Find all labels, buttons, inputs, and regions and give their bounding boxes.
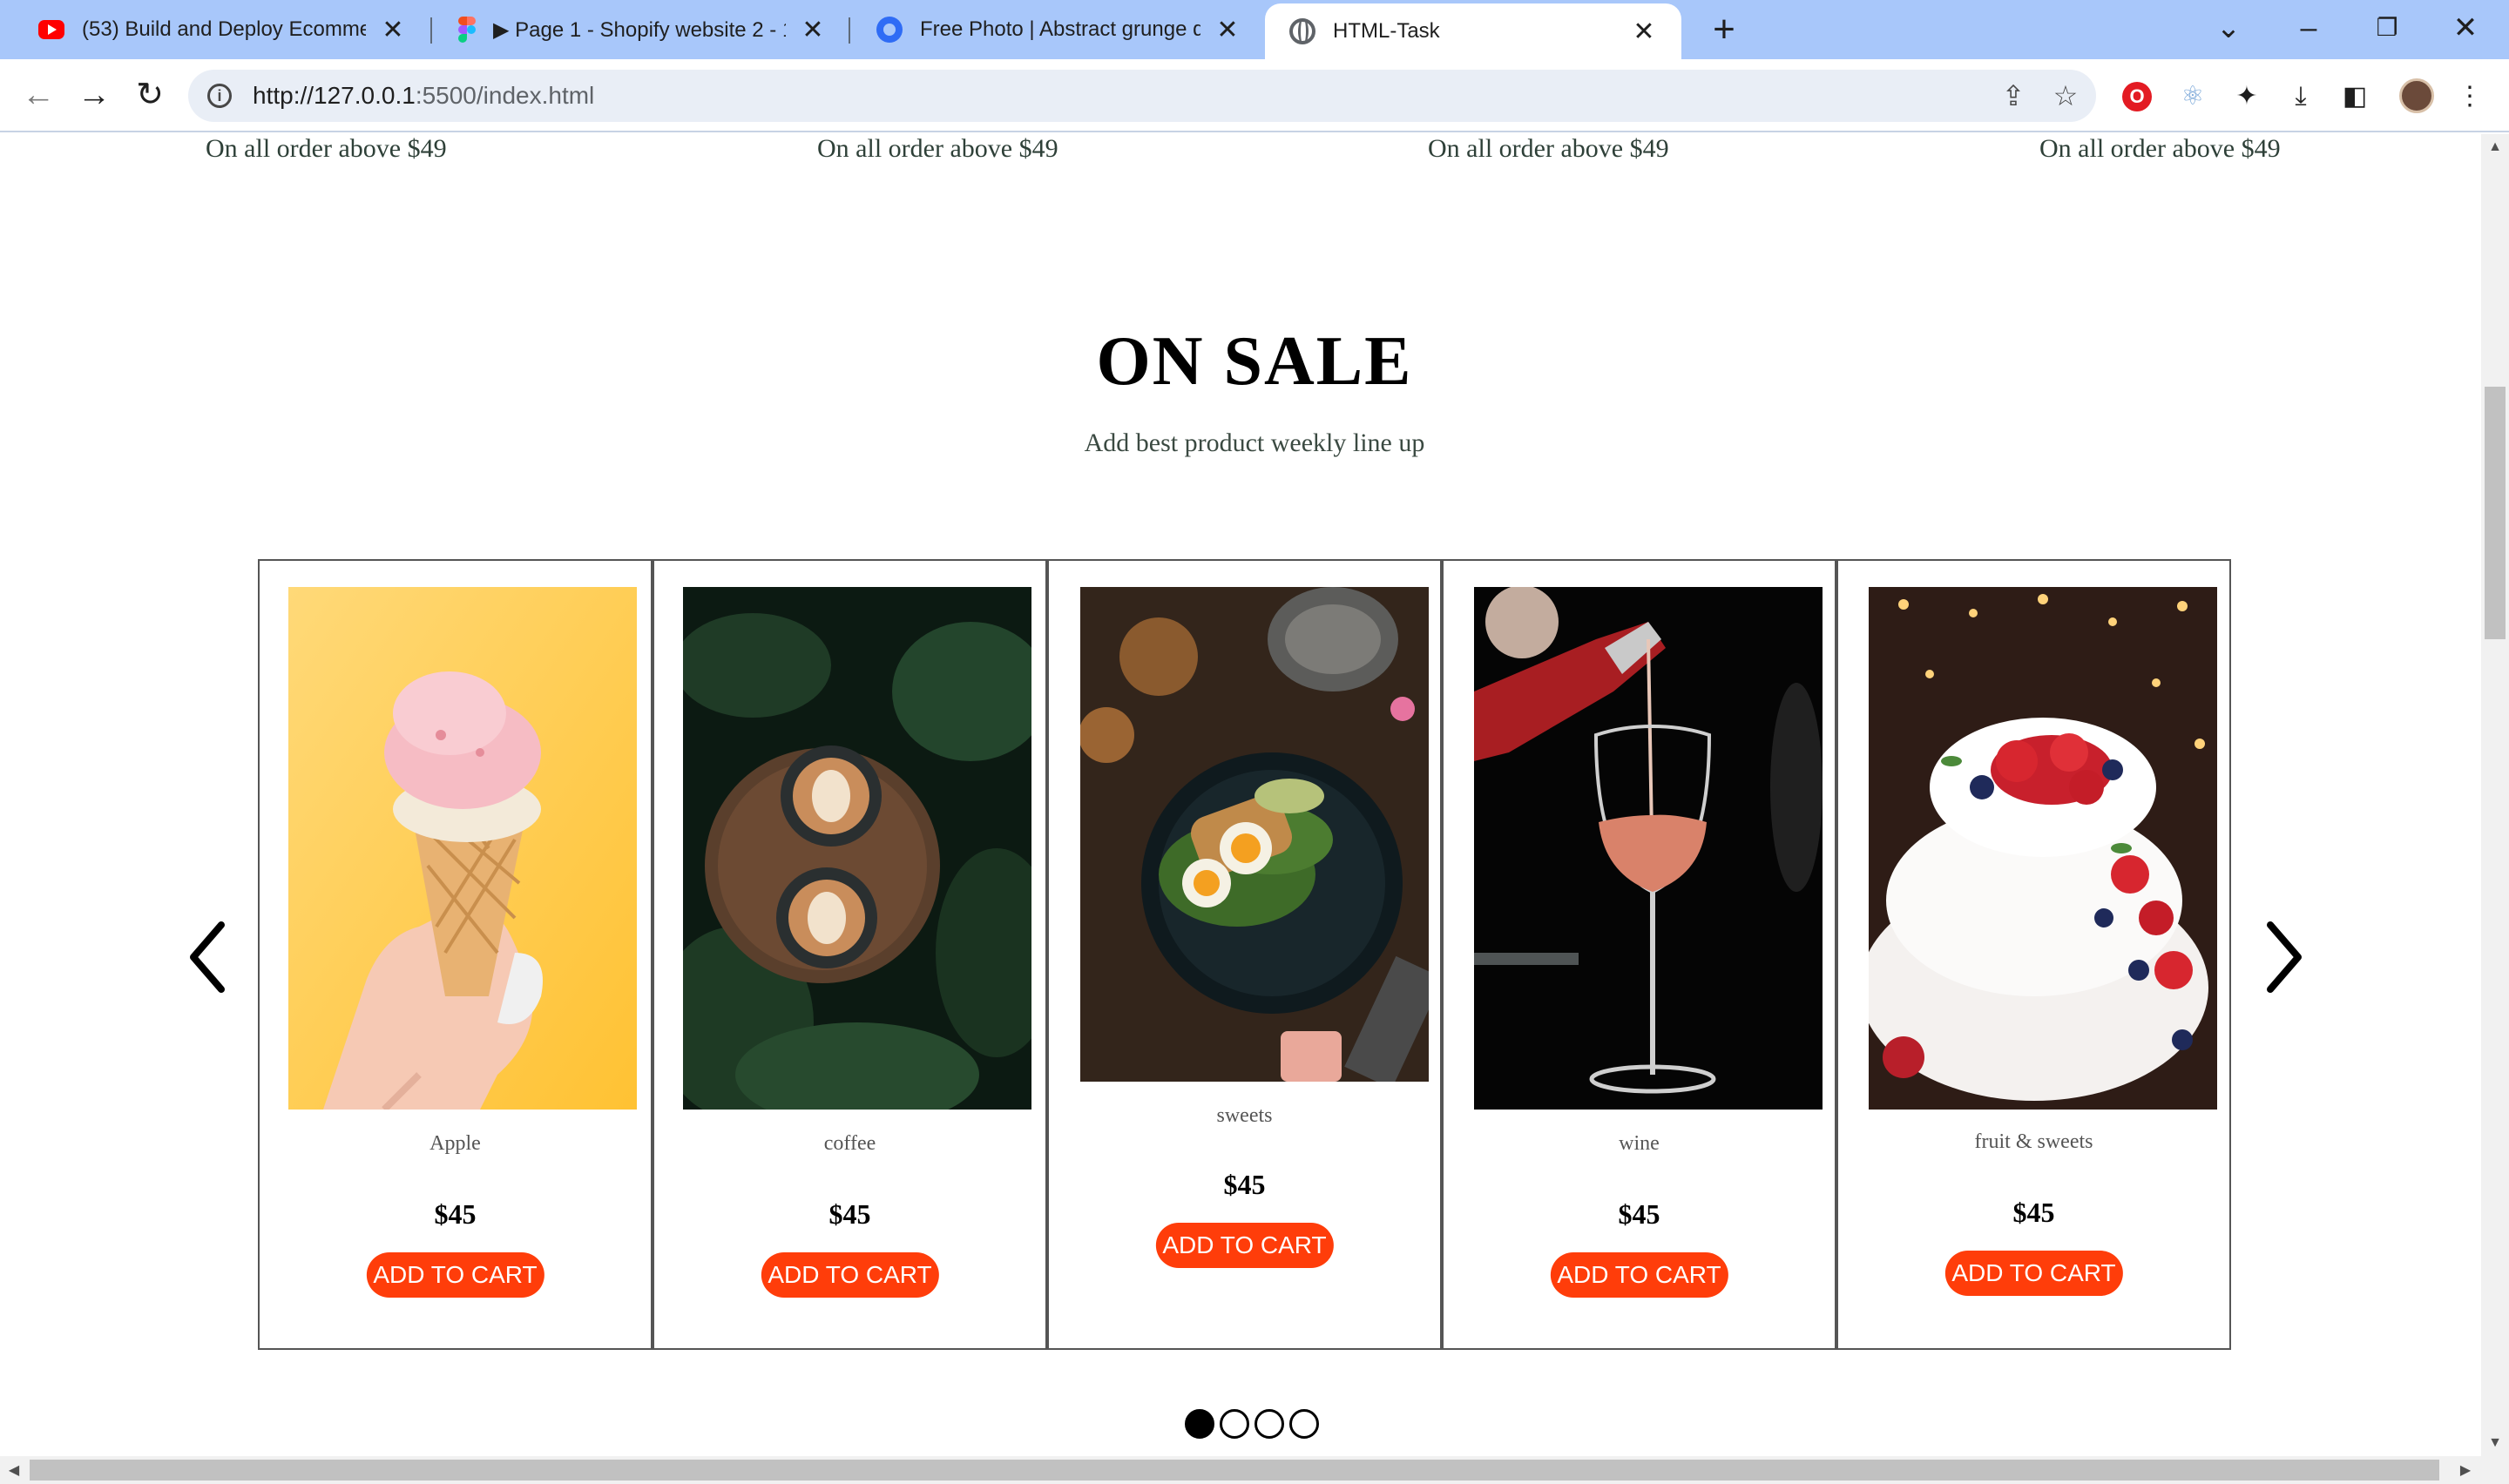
product-card: sweets $45 ADD TO CART [1047, 559, 1442, 1350]
carousel-prev-button[interactable] [183, 918, 235, 996]
product-price: $45 [1223, 1169, 1266, 1200]
section-title: ON SALE [1096, 323, 1413, 400]
carousel-dot-4[interactable] [1289, 1409, 1319, 1439]
add-to-cart-button[interactable]: ADD TO CART [366, 1252, 544, 1298]
download-icon[interactable]: ⤓ [2281, 77, 2321, 117]
url-path: :5500/index.html [415, 82, 595, 109]
tab-title: Free Photo | Abstract grunge dec [920, 17, 1200, 41]
promo-text: On all order above $49 [206, 134, 447, 163]
address-bar[interactable]: i http://127.0.0.1:5500/index.html ⇪ ☆ [188, 70, 2096, 122]
figma-icon [458, 17, 476, 43]
new-tab-icon[interactable]: + [1702, 9, 1746, 52]
carousel-dots [1185, 1409, 1319, 1439]
share-icon[interactable]: ⇪ [1992, 70, 2035, 122]
react-devtools-icon[interactable]: ⚛ [2173, 77, 2213, 117]
scroll-up-icon[interactable]: ▲ [2481, 139, 2509, 155]
tab-title: HTML-Task [1333, 19, 1440, 43]
tab-separator [430, 17, 432, 44]
product-name: fruit & sweets [1974, 1130, 2093, 1153]
reload-icon[interactable]: ↻ [127, 73, 172, 118]
tab-title: (53) Build and Deploy Ecommerce [82, 17, 366, 41]
product-image [683, 587, 1031, 1110]
tab-youtube[interactable]: (53) Build and Deploy Ecommerce ✕ [14, 0, 430, 59]
extensions-puzzle-icon[interactable]: ✦ [2227, 77, 2267, 117]
add-to-cart-button[interactable]: ADD TO CART [761, 1252, 939, 1298]
close-window-icon[interactable]: ✕ [2431, 0, 2500, 59]
tab-title: ▶ Page 1 - Shopify website 2 - 1 [493, 17, 786, 42]
product-card: wine $45 ADD TO CART [1442, 559, 1836, 1350]
product-card: Apple $45 ADD TO CART [258, 559, 653, 1350]
product-name: Apple [429, 1132, 481, 1155]
minimize-icon[interactable]: – [2274, 0, 2343, 59]
product-price: $45 [828, 1198, 871, 1230]
close-icon[interactable]: ✕ [800, 15, 826, 45]
promo-row: On all order above $49 On all order abov… [0, 134, 2481, 169]
chevron-left-icon [190, 921, 225, 993]
info-icon[interactable]: i [207, 84, 232, 108]
bookmark-star-icon[interactable]: ☆ [2044, 70, 2087, 122]
scroll-down-icon[interactable]: ▼ [2481, 1435, 2509, 1451]
back-icon[interactable]: ← [16, 73, 61, 118]
promo-text: On all order above $49 [817, 134, 1058, 163]
menu-kebab-icon[interactable]: ⋮ [2450, 77, 2490, 117]
product-name: wine [1619, 1132, 1660, 1155]
tab-html-task[interactable]: HTML-Task ✕ [1265, 3, 1681, 59]
product-image [1080, 587, 1429, 1082]
product-price: $45 [1618, 1198, 1660, 1230]
close-icon[interactable]: ✕ [380, 15, 406, 45]
add-to-cart-button[interactable]: ADD TO CART [1944, 1251, 2123, 1296]
youtube-icon [38, 20, 64, 39]
tab-strip: (53) Build and Deploy Ecommerce ✕ ▶ Page… [0, 0, 2509, 59]
product-card: coffee $45 ADD TO CART [653, 559, 1047, 1350]
product-carousel: Apple $45 ADD TO CART coffee $45 ADD TO … [258, 559, 2234, 1350]
product-image [1474, 587, 1823, 1110]
vertical-scroll-thumb[interactable] [2485, 387, 2506, 639]
horizontal-scroll-thumb[interactable] [30, 1460, 2439, 1481]
product-name: coffee [823, 1132, 876, 1155]
promo-text: On all order above $49 [2039, 134, 2281, 163]
opera-extension-icon[interactable]: O [2122, 82, 2152, 111]
product-name: sweets [1216, 1104, 1273, 1127]
restore-icon[interactable]: ❐ [2352, 0, 2422, 59]
carousel-next-button[interactable] [2256, 918, 2309, 996]
tab-freepik[interactable]: Free Photo | Abstract grunge dec ✕ [852, 0, 1265, 59]
add-to-cart-button[interactable]: ADD TO CART [1550, 1252, 1728, 1298]
forward-icon[interactable]: → [71, 73, 117, 118]
horizontal-scrollbar[interactable]: ◀ ▶ [0, 1456, 2509, 1484]
close-icon[interactable]: ✕ [1631, 17, 1657, 47]
section-subtitle: Add best product weekly line up [1084, 428, 1425, 457]
carousel-dot-3[interactable] [1254, 1409, 1284, 1439]
tab-figma[interactable]: ▶ Page 1 - Shopify website 2 - 1 ✕ [434, 0, 850, 59]
tab-separator [849, 17, 850, 44]
product-image [1869, 587, 2217, 1110]
add-to-cart-button[interactable]: ADD TO CART [1155, 1223, 1334, 1268]
profile-avatar[interactable] [2399, 78, 2434, 113]
side-panel-icon[interactable]: ◧ [2335, 77, 2375, 117]
globe-icon [1289, 18, 1315, 44]
close-icon[interactable]: ✕ [1214, 15, 1241, 45]
tab-search-icon[interactable]: ⌄ [2194, 0, 2263, 59]
scroll-right-icon[interactable]: ▶ [2452, 1461, 2479, 1479]
url-host: http://127.0.0.1 [253, 82, 416, 109]
carousel-dot-2[interactable] [1220, 1409, 1249, 1439]
browser-toolbar: ← → ↻ i http://127.0.0.1:5500/index.html… [0, 59, 2509, 132]
chevron-right-icon [2267, 921, 2302, 993]
vertical-scrollbar[interactable]: ▲ ▼ [2481, 134, 2509, 1456]
scroll-left-icon[interactable]: ◀ [0, 1461, 28, 1479]
promo-text: On all order above $49 [1428, 134, 1669, 163]
product-image [288, 587, 637, 1110]
freepik-icon [876, 17, 903, 43]
carousel-dot-1[interactable] [1185, 1409, 1214, 1439]
product-price: $45 [434, 1198, 477, 1230]
product-card: fruit & sweets $45 ADD TO CART [1836, 559, 2231, 1350]
page-viewport: On all order above $49 On all order abov… [0, 134, 2481, 1456]
product-price: $45 [2012, 1197, 2055, 1228]
